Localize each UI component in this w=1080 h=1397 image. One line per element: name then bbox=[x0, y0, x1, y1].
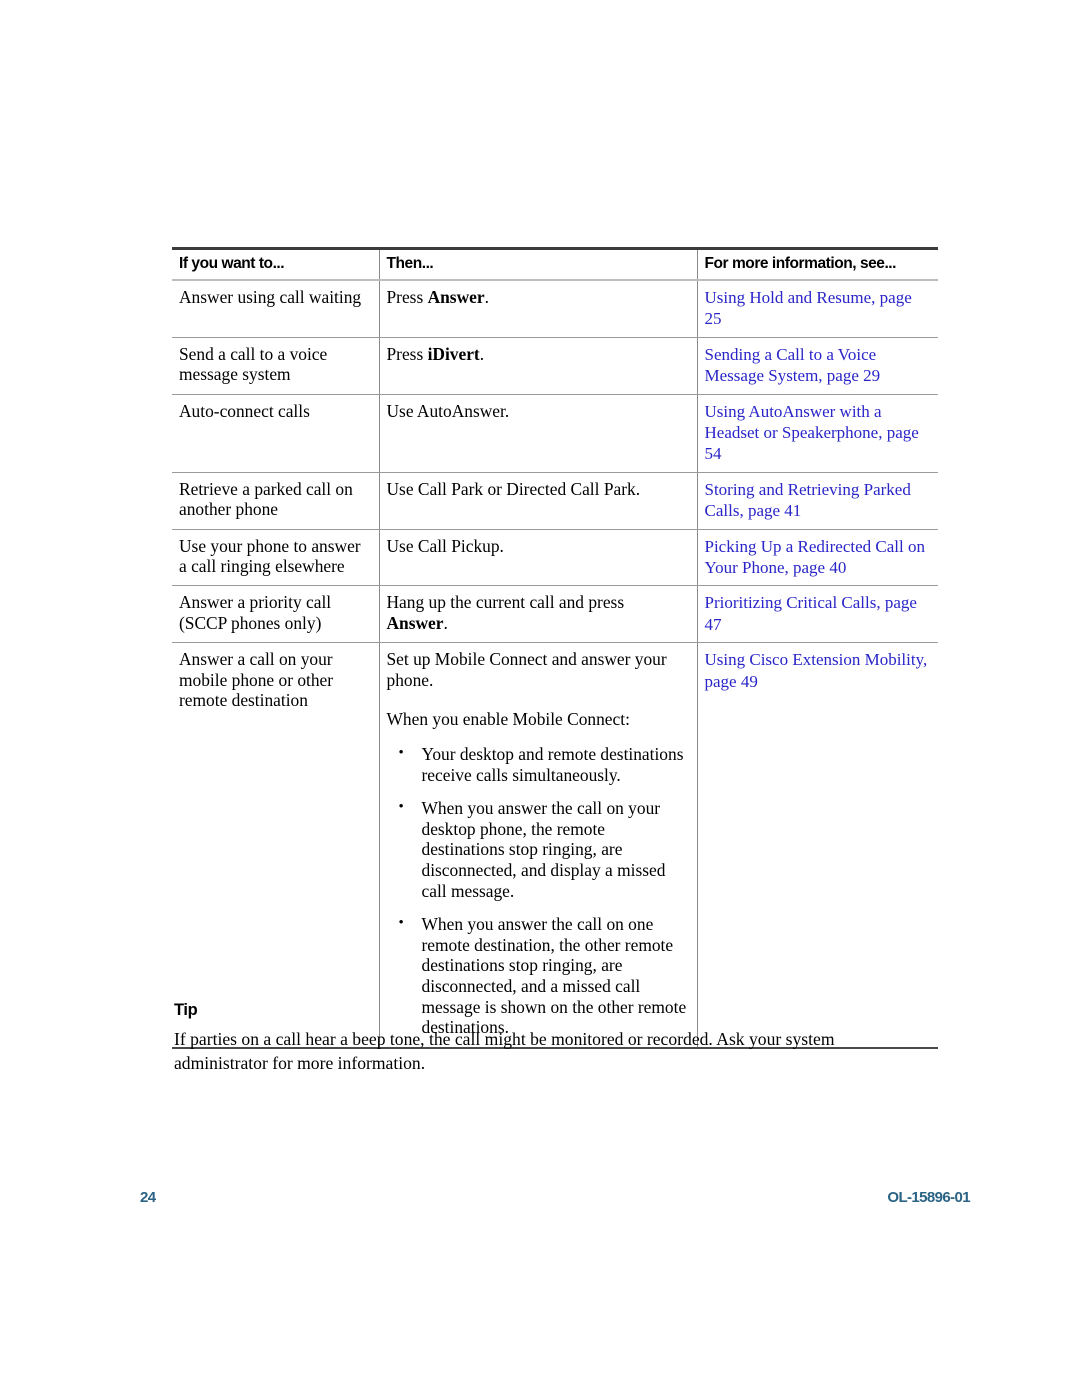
bullet-icon: • bbox=[398, 745, 404, 762]
table-row: Answer a priority call (SCCP phones only… bbox=[172, 585, 938, 644]
cell-then: Press Answer. bbox=[378, 280, 697, 338]
list-item-text: Your desktop and remote destinations rec… bbox=[421, 744, 684, 785]
table-row: Auto-connect calls Use AutoAnswer. Using… bbox=[172, 394, 938, 473]
cell-xref: Storing and Retrieving Parked Calls, pag… bbox=[696, 472, 938, 530]
cell-want: Answer a call on your mobile phone or ot… bbox=[172, 642, 379, 1049]
then-text: Use Call Pickup. bbox=[386, 535, 504, 556]
table-row: Retrieve a parked call on another phone … bbox=[172, 472, 938, 530]
cell-want: Send a call to a voice message system bbox=[172, 337, 379, 395]
then-suffix: . bbox=[479, 343, 485, 364]
cell-then: Use AutoAnswer. bbox=[378, 394, 697, 473]
then-suffix: . bbox=[443, 613, 448, 634]
cell-xref: Using Cisco Extension Mobility, page 49 bbox=[696, 642, 938, 1049]
cell-want: Answer using call waiting bbox=[172, 280, 379, 338]
table-row: Send a call to a voice message system Pr… bbox=[172, 337, 938, 395]
cell-then: Use Call Pickup. bbox=[378, 529, 697, 587]
then-emphasis: iDivert bbox=[427, 343, 480, 364]
procedure-table: If you want to... Then... For more infor… bbox=[172, 247, 938, 1049]
list-item-text: When you answer the call on one remote d… bbox=[421, 914, 687, 1038]
then-text: Press bbox=[386, 343, 428, 364]
then-text: Use AutoAnswer. bbox=[386, 400, 510, 421]
then-line-1: Set up Mobile Connect and answer your ph… bbox=[386, 649, 667, 690]
cross-reference-link[interactable]: Using AutoAnswer with a Headset or Speak… bbox=[705, 402, 919, 464]
list-item: • When you answer the call on your deskto… bbox=[387, 798, 687, 901]
cell-xref: Using Hold and Resume, page 25 bbox=[696, 280, 938, 338]
table-header-row: If you want to... Then... For more infor… bbox=[172, 247, 938, 281]
then-text: Press bbox=[386, 287, 428, 307]
cross-reference-link[interactable]: Storing and Retrieving Parked Calls, pag… bbox=[705, 480, 911, 520]
cell-then: Use Call Park or Directed Call Park. bbox=[378, 472, 697, 530]
then-suffix: . bbox=[484, 287, 489, 307]
cell-want: Auto-connect calls bbox=[172, 394, 379, 473]
cross-reference-link[interactable]: Prioritizing Critical Calls, page 47 bbox=[705, 593, 917, 633]
cell-want: Use your phone to answer a call ringing … bbox=[172, 529, 379, 587]
then-line-2: When you enable Mobile Connect: bbox=[386, 709, 630, 730]
tip-body-text: If parties on a call hear a beep tone, t… bbox=[174, 1029, 835, 1073]
then-text: Use Call Park or Directed Call Park. bbox=[386, 478, 641, 499]
cross-reference-link[interactable]: Using Cisco Extension Mobility, page 49 bbox=[705, 650, 928, 690]
cell-then: Hang up the current call and press Answe… bbox=[378, 585, 697, 644]
list-item-text: When you answer the call on your desktop… bbox=[421, 798, 666, 901]
table-row: Use your phone to answer a call ringing … bbox=[172, 529, 938, 587]
cell-xref: Using AutoAnswer with a Headset or Speak… bbox=[696, 394, 938, 473]
table-row: Answer using call waiting Press Answer. … bbox=[172, 280, 938, 338]
column-header-then: Then... bbox=[378, 247, 697, 281]
cell-want: Retrieve a parked call on another phone bbox=[172, 472, 379, 530]
cross-reference-link[interactable]: Sending a Call to a Voice Message System… bbox=[705, 345, 881, 385]
bullet-icon: • bbox=[398, 915, 404, 932]
column-header-if-you-want-to: If you want to... bbox=[172, 247, 379, 281]
cell-then: Press iDivert. bbox=[378, 337, 697, 395]
column-header-for-more-information: For more information, see... bbox=[696, 247, 938, 281]
cross-reference-link[interactable]: Using Hold and Resume, page 25 bbox=[705, 288, 912, 328]
cell-want: Answer a priority call (SCCP phones only… bbox=[172, 585, 379, 644]
cross-reference-link[interactable]: Picking Up a Redirected Call on Your Pho… bbox=[705, 537, 925, 577]
then-emphasis: Answer bbox=[427, 287, 485, 307]
footer-page-number: 24 bbox=[140, 1189, 156, 1206]
then-emphasis: Answer bbox=[386, 613, 444, 634]
table-row-mobile-connect: Answer a call on your mobile phone or ot… bbox=[172, 642, 938, 1049]
then-text: Hang up the current call and press bbox=[386, 592, 625, 613]
tip-heading: Tip bbox=[174, 1001, 198, 1019]
cell-xref: Prioritizing Critical Calls, page 47 bbox=[696, 585, 938, 644]
bullet-icon: • bbox=[398, 799, 404, 816]
document-page: If you want to... Then... For more infor… bbox=[0, 0, 1080, 1397]
list-item: • Your desktop and remote destinations re… bbox=[387, 744, 687, 785]
cell-xref: Picking Up a Redirected Call on Your Pho… bbox=[696, 529, 938, 587]
cell-xref: Sending a Call to a Voice Message System… bbox=[696, 337, 938, 395]
footer-document-id: OL-15896-01 bbox=[887, 1189, 970, 1206]
cell-then: Set up Mobile Connect and answer your ph… bbox=[378, 642, 697, 1049]
mobile-connect-bullet-list: • Your desktop and remote destinations re… bbox=[387, 744, 687, 1038]
list-item: • When you answer the call on one remote … bbox=[387, 914, 687, 1038]
